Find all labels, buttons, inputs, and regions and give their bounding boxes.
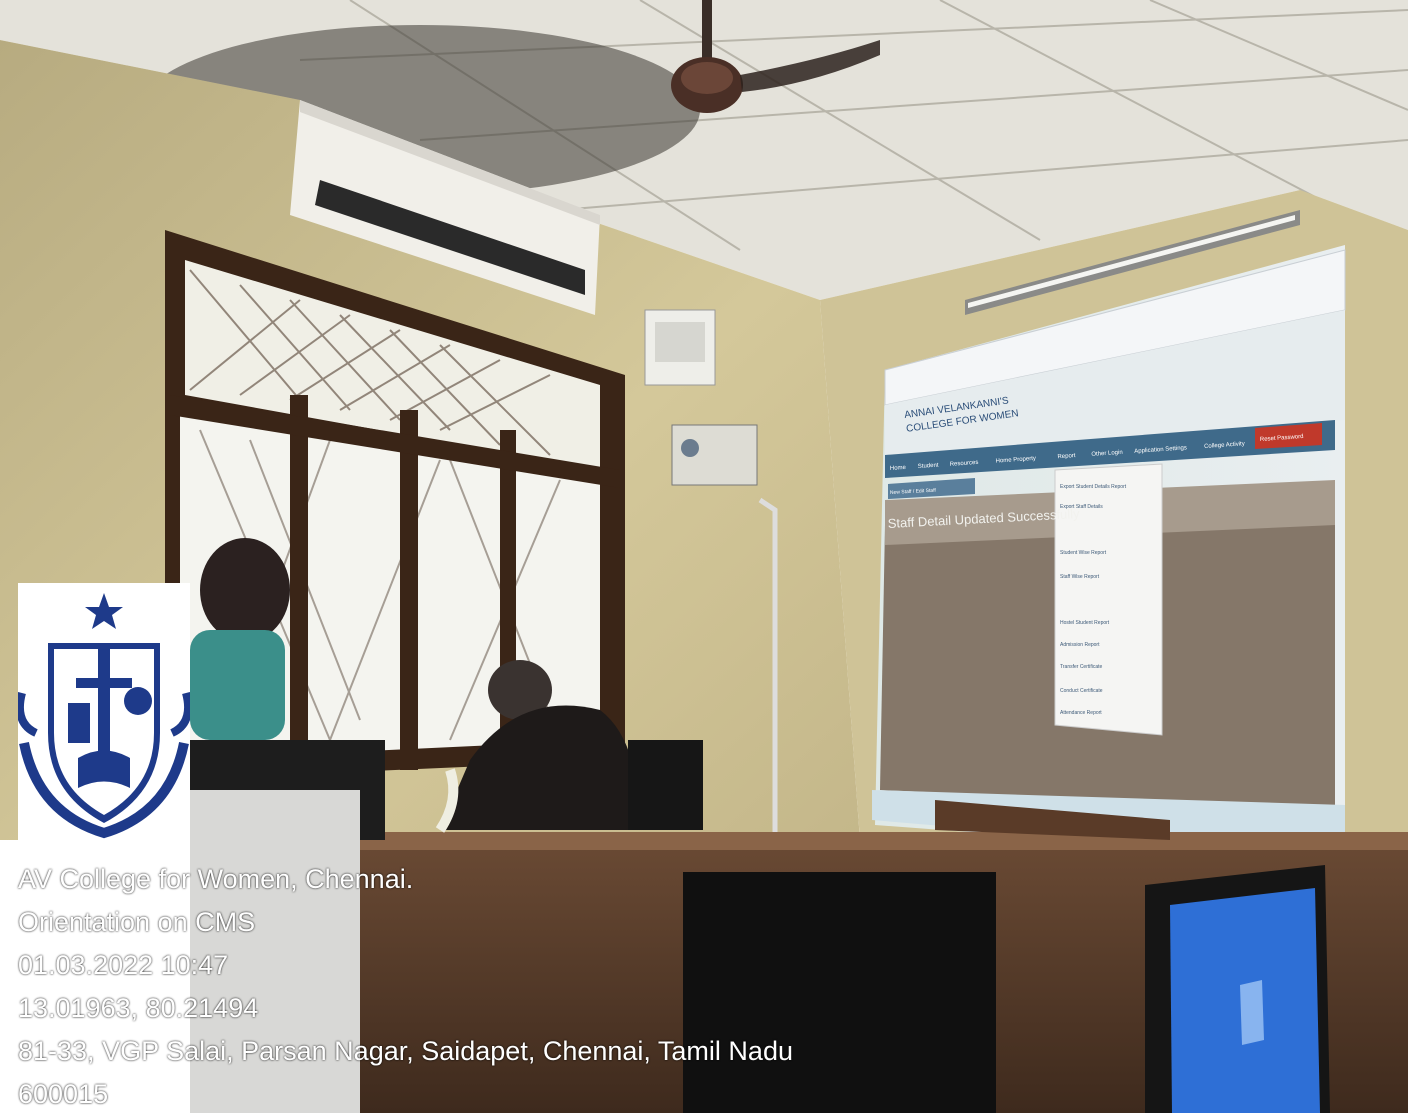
dropdown-item[interactable]: Staff Wise Report [1060, 574, 1100, 580]
nav-home-property[interactable]: Home Property [995, 456, 1036, 465]
nav-college-activity[interactable]: College Activity [1204, 441, 1245, 450]
breadcrumb[interactable]: New Staff / Edit Staff [890, 488, 937, 496]
caption-pincode: 600015 [18, 1079, 109, 1109]
nav-student[interactable]: Student [918, 463, 939, 470]
dropdown-item[interactable]: Conduct Certificate [1060, 688, 1103, 694]
success-message: Staff Detail Updated Successfully [887, 506, 1080, 531]
caption-coordinates: 13.01963, 80.21494 [18, 993, 259, 1023]
dropdown-item[interactable]: Student Wise Report [1060, 550, 1107, 556]
caption-college: AV College for Women, Chennai. [18, 864, 414, 894]
caption-datetime: 01.03.2022 10:47 [18, 950, 229, 980]
photo-caption: AV College for Women, Chennai. Orientati… [18, 858, 793, 1116]
dropdown-item[interactable]: Export Staff Details [1060, 504, 1103, 510]
dropdown-item[interactable]: Admission Report [1060, 642, 1100, 648]
dropdown-item[interactable]: Transfer Certificate [1060, 664, 1103, 670]
dropdown-item[interactable]: Export Student Details Report [1060, 484, 1127, 490]
nav-other-login[interactable]: Other Login [1091, 450, 1123, 458]
caption-address: 81-33, VGP Salai, Parsan Nagar, Saidapet… [18, 1036, 793, 1066]
caption-event: Orientation on CMS [18, 907, 256, 937]
college-crest-icon [15, 593, 193, 839]
nav-home[interactable]: Home [890, 465, 907, 472]
college-logo [15, 583, 193, 851]
nav-resources[interactable]: Resources [950, 460, 979, 468]
nav-report[interactable]: Report [1057, 453, 1076, 460]
reset-password-button[interactable]: Reset Password [1260, 434, 1304, 443]
dropdown-item[interactable]: Hostel Student Report [1060, 620, 1110, 626]
dropdown-item[interactable]: Attendance Report [1060, 710, 1102, 716]
nav-application-settings[interactable]: Application Settings [1134, 445, 1187, 455]
